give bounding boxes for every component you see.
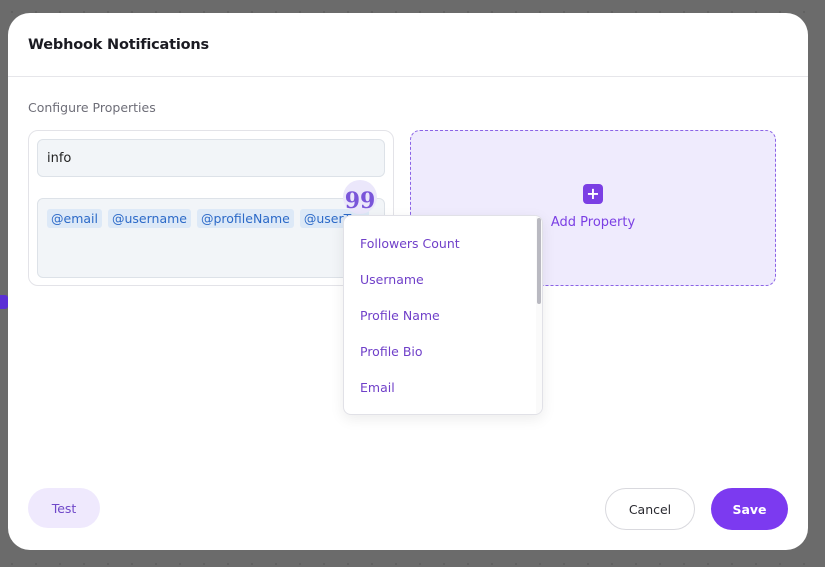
tag-profile-name[interactable]: @profileName (196, 209, 294, 228)
modal-title: Webhook Notifications (28, 36, 209, 53)
dropdown-item-profile-bio[interactable]: Profile Bio (344, 333, 542, 369)
modal-header: Webhook Notifications (8, 13, 808, 77)
variable-dropdown: Followers Count Username Profile Name Pr… (343, 215, 543, 415)
dropdown-item-followers-count[interactable]: Followers Count (344, 225, 542, 261)
dropdown-item-profile-name[interactable]: Profile Name (344, 297, 542, 333)
dropdown-scrollbar-thumb[interactable] (537, 218, 541, 304)
plus-icon: + (583, 184, 603, 204)
tag-username[interactable]: @username (107, 209, 191, 228)
webhook-notifications-modal: Webhook Notifications Configure Properti… (8, 13, 808, 550)
section-label: Configure Properties (28, 100, 156, 115)
property-name-input[interactable] (37, 139, 385, 177)
dropdown-scrollbar-track[interactable] (536, 216, 542, 414)
test-button[interactable]: Test (28, 488, 100, 528)
cancel-button[interactable]: Cancel (605, 488, 695, 530)
add-property-label: Add Property (550, 215, 636, 230)
property-value-tags-field[interactable]: @email @username @profileName @userTag (37, 198, 385, 278)
save-button[interactable]: Save (711, 488, 788, 530)
dropdown-list: Followers Count Username Profile Name Pr… (344, 216, 542, 405)
tag-email[interactable]: @email (47, 209, 102, 228)
property-card: @email@username@profileName@userTag (28, 130, 394, 286)
quote-icon[interactable]: 99 (343, 180, 377, 214)
background-accent-strip (0, 295, 8, 309)
dropdown-item-username[interactable]: Username (344, 261, 542, 297)
dropdown-item-email[interactable]: Email (344, 369, 542, 405)
